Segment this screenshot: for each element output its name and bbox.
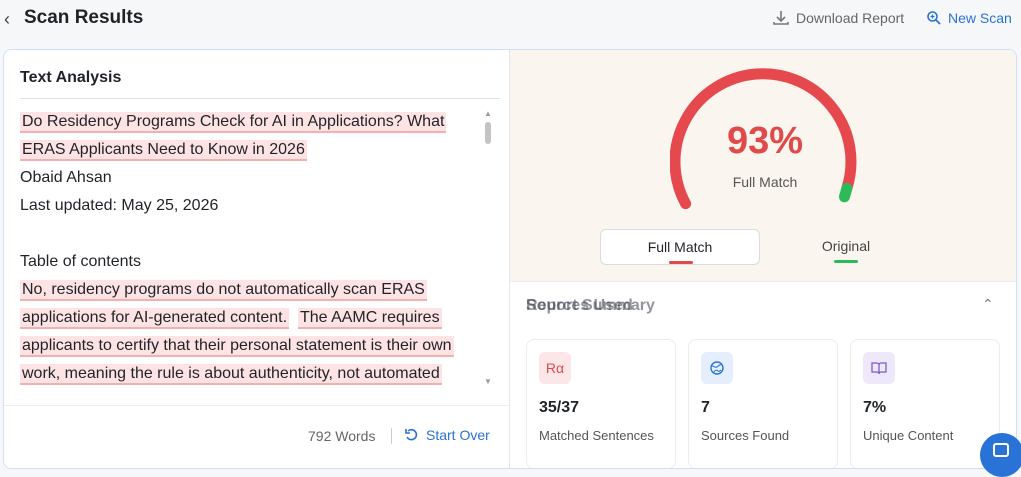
full-match-indicator	[669, 261, 693, 264]
text-line: Last updated: May 25, 2026	[20, 197, 219, 214]
stat-value: 35/37	[539, 399, 580, 416]
separator	[391, 428, 392, 444]
undo-icon	[405, 428, 418, 441]
text-analysis-panel: Text Analysis Do Residency Programs Chec…	[4, 50, 510, 468]
stat-card-matched: Rα 35/37 Matched Sentences	[526, 339, 676, 468]
stat-card-unique: 7% Unique Content	[850, 339, 1000, 468]
results-card: Text Analysis Do Residency Programs Chec…	[3, 49, 1017, 469]
chat-icon	[993, 443, 1009, 457]
chat-widget-button[interactable]	[980, 433, 1021, 477]
back-chevron-icon[interactable]: ‹	[4, 9, 10, 30]
globe-icon	[701, 352, 733, 384]
tab-original[interactable]: Original	[766, 229, 926, 265]
match-label: Full Match	[732, 174, 798, 190]
collapse-chevron-icon[interactable]: ⌃	[982, 296, 994, 313]
tab-full-match[interactable]: Full Match	[600, 229, 760, 265]
divider	[20, 98, 500, 99]
search-icon	[927, 11, 941, 25]
matched-sentence[interactable]: Do Residency Programs Check for AI in Ap…	[20, 112, 447, 133]
matched-sentence[interactable]: ERAS Applicants Need to Know in 2026	[20, 140, 307, 161]
report-panel: 93% Full Match Full Match Original Sourc…	[510, 50, 1016, 468]
score-section: 93% Full Match Full Match Original	[510, 50, 1016, 282]
stat-card-sources: 7 Sources Found	[688, 339, 838, 468]
stat-label: Unique Content	[863, 428, 954, 443]
matched-sentence[interactable]: applications for AI-generated content.	[20, 308, 290, 329]
scrollbar-thumb[interactable]	[485, 122, 491, 144]
start-over-label: Start Over	[426, 427, 490, 443]
scroll-down-arrow-icon[interactable]: ▼	[484, 378, 492, 386]
matched-sentence[interactable]: The AAMC requires	[297, 308, 442, 329]
text-line: Table of contents	[20, 253, 141, 270]
top-bar: ‹ Scan Results Download Report New Scan	[0, 0, 1021, 40]
stat-value: 7%	[863, 399, 887, 416]
match-percentage: 93%	[726, 120, 804, 162]
analyzed-text[interactable]: Do Residency Programs Check for AI in Ap…	[20, 108, 475, 398]
download-report-label: Download Report	[796, 10, 905, 26]
download-icon	[773, 11, 789, 25]
download-report-button[interactable]: Download Report	[772, 10, 904, 26]
word-count: 792 Words	[308, 428, 376, 444]
matched-sentence[interactable]: applicants to certify that their persona…	[20, 336, 454, 357]
matched-sentence[interactable]: No, residency programs do not automatica…	[20, 280, 427, 301]
matched-sentence[interactable]: work, meaning the rule is about authenti…	[20, 364, 442, 385]
new-scan-button[interactable]: New Scan	[926, 10, 1012, 26]
report-summary-label: Report Summary	[526, 297, 655, 314]
text-analysis-title: Text Analysis	[20, 69, 122, 86]
book-icon	[863, 352, 895, 384]
start-over-button[interactable]: Start Over	[404, 427, 490, 443]
text-line: Obaid Ahsan	[20, 169, 112, 186]
text-compare-icon: Rα	[539, 352, 571, 384]
stat-label: Sources Found	[701, 428, 790, 443]
scroll-up-arrow-icon[interactable]: ▲	[484, 110, 492, 118]
new-scan-label: New Scan	[948, 10, 1012, 26]
tab-full-match-label: Full Match	[647, 239, 713, 255]
stat-value: 7	[701, 399, 710, 416]
original-indicator	[834, 260, 858, 263]
stat-label: Matched Sentences	[539, 428, 654, 443]
divider	[4, 405, 510, 406]
page-title: Scan Results	[24, 7, 144, 28]
tab-original-label: Original	[821, 238, 871, 254]
text-scrollbar[interactable]: ▲ ▼	[484, 110, 492, 386]
